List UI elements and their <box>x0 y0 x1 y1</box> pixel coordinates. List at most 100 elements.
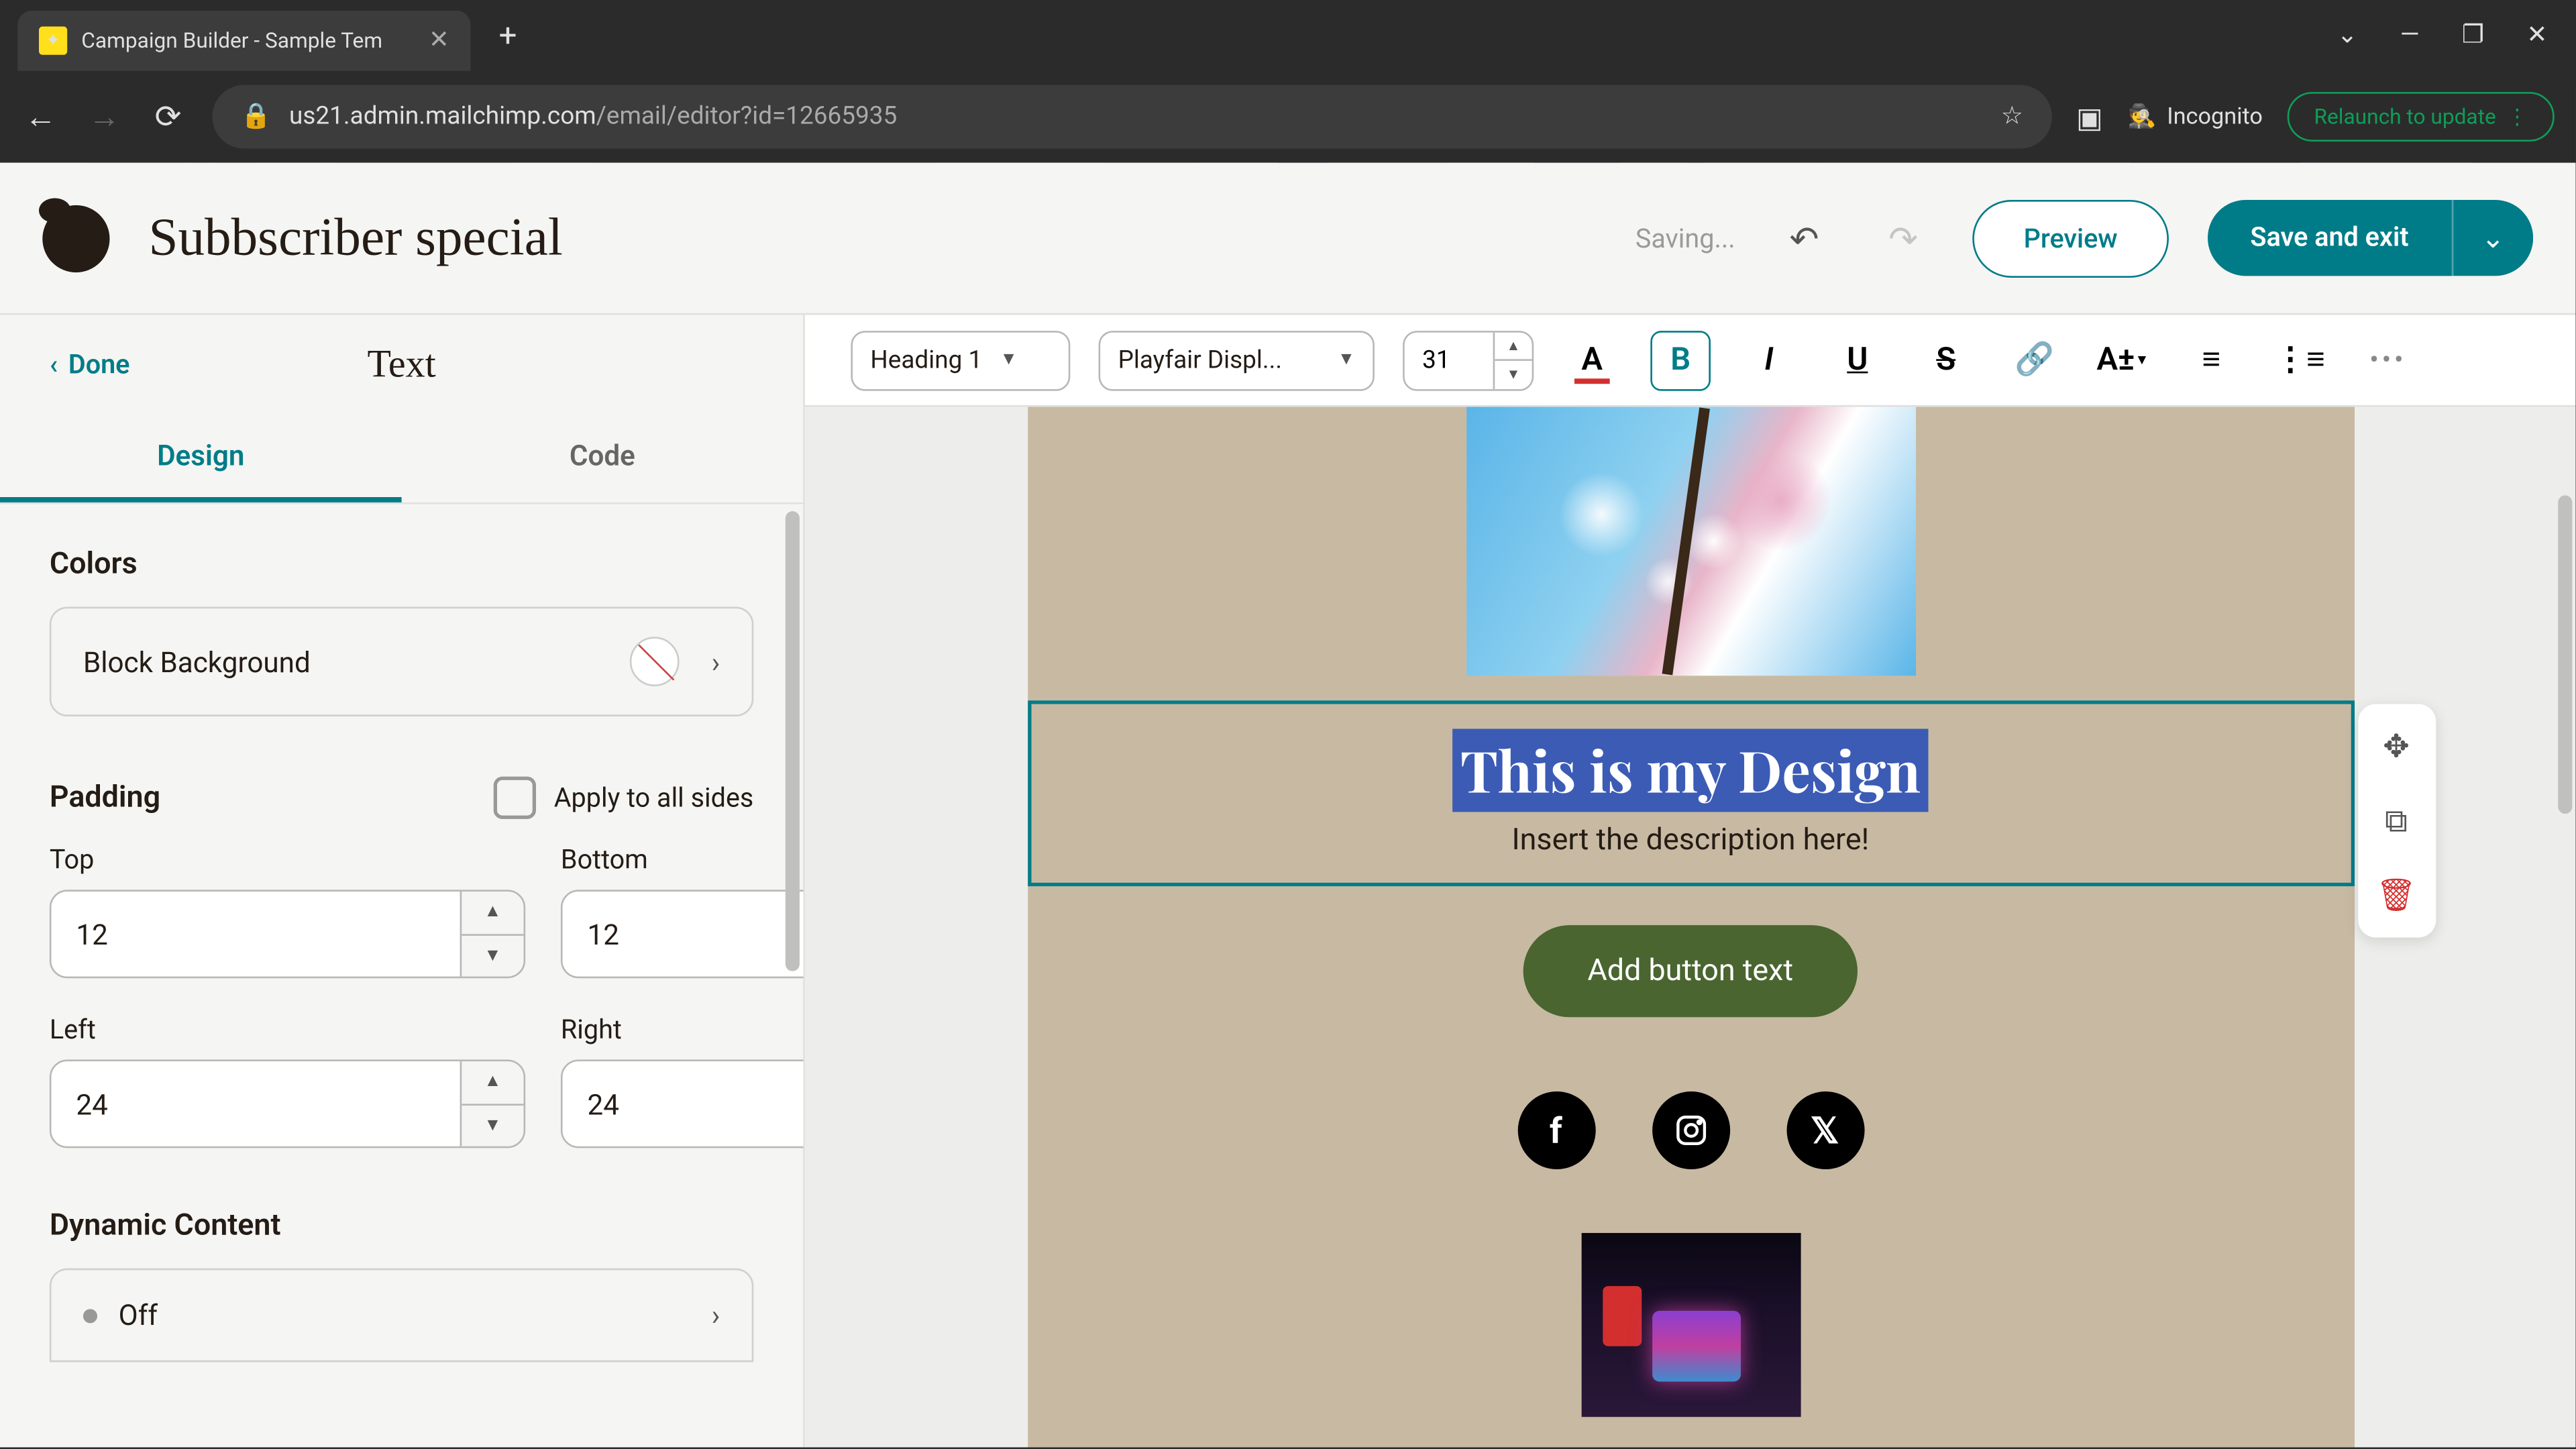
browser-tab[interactable]: ✦ Campaign Builder - Sample Tem ✕ <box>17 11 470 71</box>
incognito-icon: 🕵 <box>2128 103 2157 130</box>
forward-icon[interactable]: → <box>85 98 124 135</box>
padding-left-input[interactable]: ▲ ▼ <box>50 1060 525 1148</box>
app-header: Subbscriber special Saving... ↶ ↷ Previe… <box>0 163 2575 315</box>
more-options-icon[interactable]: ••• <box>2358 330 2418 390</box>
underline-icon[interactable]: U <box>1827 330 1888 390</box>
step-up-icon[interactable]: ▲ <box>462 892 523 935</box>
delete-block-icon[interactable]: 🗑 <box>2371 870 2421 920</box>
colors-section-label: Colors <box>50 547 754 582</box>
scrollbar-thumb[interactable] <box>2558 495 2572 814</box>
font-family-select[interactable]: Playfair Displ... ▼ <box>1099 330 1375 390</box>
back-icon[interactable]: ← <box>21 98 60 135</box>
browser-chrome: ✦ Campaign Builder - Sample Tem ✕ + ⌄ — … <box>0 0 2575 163</box>
incognito-badge: 🕵 Incognito <box>2128 103 2263 130</box>
step-down-icon[interactable]: ▼ <box>462 1105 523 1146</box>
main: ‹ Done Text Design Code Colors Block Bac… <box>0 315 2575 1447</box>
hero-image[interactable] <box>1466 407 1915 676</box>
canvas-scrollbar[interactable] <box>2555 407 2576 1448</box>
close-window-icon[interactable]: ✕ <box>2526 21 2547 50</box>
relaunch-button[interactable]: Relaunch to update ⋮ <box>2288 92 2555 142</box>
window-controls: ⌄ — ❐ ✕ <box>2337 21 2576 50</box>
close-tab-icon[interactable]: ✕ <box>429 27 449 55</box>
facebook-icon[interactable]: f <box>1517 1091 1595 1169</box>
minimize-icon[interactable]: — <box>2400 21 2420 50</box>
app: Subbscriber special Saving... ↶ ↷ Previe… <box>0 163 2575 1447</box>
sidebar-tabs: Design Code <box>0 414 803 504</box>
x-twitter-icon[interactable]: 𝕏 <box>1786 1091 1864 1169</box>
padding-top-field: Top ▲ ▼ <box>50 844 525 978</box>
instagram-icon[interactable] <box>1652 1091 1729 1169</box>
address-bar-right: ▣ 🕵 Incognito Relaunch to update ⋮ <box>2076 92 2555 142</box>
url-text: us21.admin.mailchimp.com/email/editor?id… <box>289 103 897 131</box>
strikethrough-icon[interactable]: S <box>1916 330 1976 390</box>
maximize-icon[interactable]: ❐ <box>2462 21 2484 50</box>
mailchimp-logo-icon[interactable] <box>42 205 109 272</box>
new-tab-button[interactable]: + <box>485 17 531 54</box>
reload-icon[interactable]: ⟳ <box>149 98 188 135</box>
campaign-title[interactable]: Subbscriber special <box>149 208 1597 268</box>
status-dot-icon <box>83 1308 97 1322</box>
move-block-icon[interactable]: ✥ <box>2371 722 2421 771</box>
social-row: f 𝕏 <box>1027 1091 2354 1169</box>
address-bar: ← → ⟳ 🔒 us21.admin.mailchimp.com/email/e… <box>0 70 2575 162</box>
color-swatch-none-icon <box>630 637 680 686</box>
canvas-scroll[interactable]: This is my Design Insert the description… <box>805 407 2576 1448</box>
save-exit-dropdown[interactable]: ⌄ <box>2451 200 2533 276</box>
secondary-image[interactable] <box>1580 1233 1800 1417</box>
link-icon[interactable]: 🔗 <box>2004 330 2065 390</box>
italic-icon[interactable]: I <box>1739 330 1799 390</box>
save-and-exit-button[interactable]: Save and exit <box>2208 200 2451 276</box>
dynamic-content-section-label: Dynamic Content <box>50 1208 754 1244</box>
tab-code[interactable]: Code <box>402 414 804 502</box>
cta-button[interactable]: Add button text <box>1523 925 1856 1017</box>
tab-title: Campaign Builder - Sample Tem <box>81 28 382 53</box>
checkbox-icon <box>494 777 536 819</box>
bullet-list-icon[interactable]: ≡ <box>2181 330 2241 390</box>
mailchimp-favicon: ✦ <box>39 27 67 55</box>
undo-icon[interactable]: ↶ <box>1774 208 1835 268</box>
sidebar: ‹ Done Text Design Code Colors Block Bac… <box>0 315 805 1447</box>
bold-icon[interactable]: B <box>1650 330 1711 390</box>
done-button[interactable]: ‹ Done <box>50 348 130 380</box>
font-size-input[interactable]: ▲ ▼ <box>1403 330 1534 390</box>
text-style-select[interactable]: Heading 1 ▼ <box>851 330 1070 390</box>
star-icon[interactable]: ☆ <box>2001 103 2023 131</box>
tab-design[interactable]: Design <box>0 414 402 502</box>
chevron-down-icon: ▼ <box>1000 350 1018 370</box>
panel-icon[interactable]: ▣ <box>2076 100 2103 133</box>
padding-right-input[interactable]: ▲ ▼ <box>561 1060 803 1148</box>
sidebar-scrollbar[interactable] <box>782 504 804 1448</box>
step-up-icon[interactable]: ▲ <box>462 1061 523 1105</box>
step-up-icon[interactable]: ▲ <box>1495 331 1532 361</box>
save-exit-group: Save and exit ⌄ <box>2208 200 2533 276</box>
chevron-down-icon: ⌄ <box>2481 221 2505 255</box>
redo-icon[interactable]: ↷ <box>1873 208 1933 268</box>
preview-button[interactable]: Preview <box>1972 199 2169 277</box>
scrollbar-thumb[interactable] <box>786 511 800 971</box>
tabs-chevron-icon[interactable]: ⌄ <box>2337 21 2358 50</box>
apply-all-sides-checkbox[interactable]: Apply to all sides <box>494 777 753 819</box>
url-input[interactable]: 🔒 us21.admin.mailchimp.com/email/editor?… <box>212 85 2051 149</box>
step-down-icon[interactable]: ▼ <box>1495 361 1532 388</box>
block-background-row[interactable]: Block Background › <box>50 606 754 716</box>
padding-bottom-input[interactable]: ▲ ▼ <box>561 890 803 978</box>
padding-left-field: Left ▲ ▼ <box>50 1014 525 1148</box>
email-body: This is my Design Insert the description… <box>1027 407 2354 1448</box>
duplicate-block-icon[interactable]: ⧉ <box>2371 796 2421 846</box>
text-toolbar: Heading 1 ▼ Playfair Displ... ▼ ▲ ▼ A B … <box>805 315 2576 407</box>
padding-header: Padding Apply to all sides <box>50 777 754 819</box>
dynamic-content-row[interactable]: Off › <box>50 1269 754 1362</box>
saving-status: Saving... <box>1635 222 1735 254</box>
text-options-icon[interactable]: A±▼ <box>2093 330 2153 390</box>
lock-icon: 🔒 <box>241 103 272 131</box>
sidebar-content: Colors Block Background › Padding Apply … <box>0 504 803 1448</box>
step-down-icon[interactable]: ▼ <box>462 935 523 977</box>
text-color-icon[interactable]: A <box>1562 330 1622 390</box>
padding-right-field: Right ▲ ▼ <box>561 1014 803 1148</box>
description-text[interactable]: Insert the description here! <box>1073 822 2308 858</box>
numbered-list-icon[interactable]: ⋮≡ <box>2269 330 2330 390</box>
text-block-selected[interactable]: This is my Design Insert the description… <box>1027 700 2354 886</box>
chevron-right-icon: › <box>712 1299 720 1332</box>
heading-text[interactable]: This is my Design <box>1453 729 1927 812</box>
padding-top-input[interactable]: ▲ ▼ <box>50 890 525 978</box>
